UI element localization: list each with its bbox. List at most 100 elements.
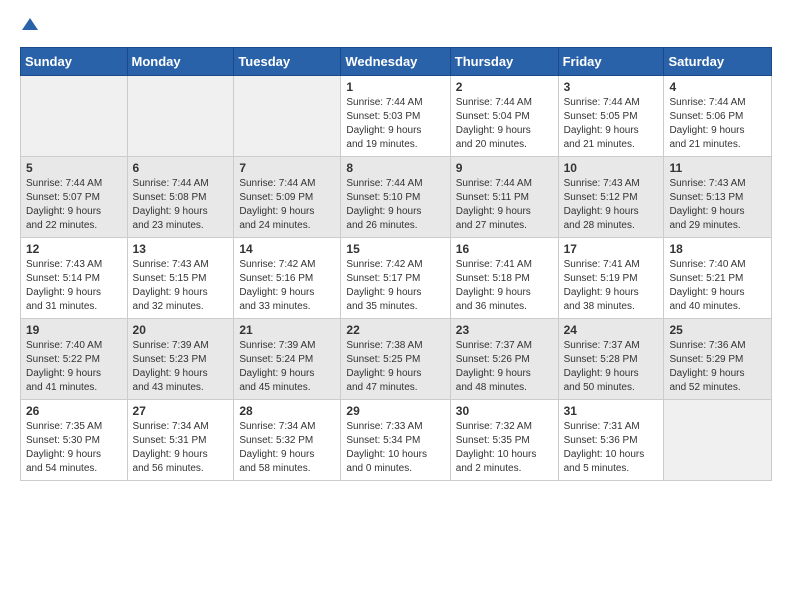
day-info: Sunrise: 7:44 AM Sunset: 5:03 PM Dayligh… — [346, 96, 444, 152]
day-number: 22 — [346, 323, 444, 337]
calendar-cell: 21 Sunrise: 7:39 AM Sunset: 5:24 PM Dayli… — [234, 319, 341, 400]
day-info: Sunrise: 7:40 AM Sunset: 5:21 PM Dayligh… — [669, 258, 766, 314]
day-number: 26 — [26, 404, 122, 418]
day-number: 20 — [133, 323, 229, 337]
day-of-week-saturday: Saturday — [664, 48, 772, 76]
calendar-cell: 8 Sunrise: 7:44 AM Sunset: 5:10 PM Daylig… — [341, 157, 450, 238]
calendar-cell: 2 Sunrise: 7:44 AM Sunset: 5:04 PM Daylig… — [450, 76, 558, 157]
calendar-cell — [21, 76, 128, 157]
calendar-cell: 15Sunrise: 7:42 AM Sunset: 5:17 PM Dayli… — [341, 238, 450, 319]
day-of-week-monday: Monday — [127, 48, 234, 76]
day-info: Sunrise: 7:44 AM Sunset: 5:09 PM Dayligh… — [239, 177, 335, 233]
day-number: 10 — [564, 161, 659, 175]
calendar-cell: 5Sunrise: 7:44 AM Sunset: 5:07 PM Daylig… — [21, 157, 128, 238]
calendar-cell: 29Sunrise: 7:33 AM Sunset: 5:34 PM Dayli… — [341, 400, 450, 481]
day-number: 2 — [456, 80, 553, 94]
day-number: 28 — [239, 404, 335, 418]
day-number: 12 — [26, 242, 122, 256]
calendar-cell: 31Sunrise: 7:31 AM Sunset: 5:36 PM Dayli… — [558, 400, 664, 481]
day-info: Sunrise: 7:42 AM Sunset: 5:16 PM Dayligh… — [239, 258, 335, 314]
day-info: Sunrise: 7:33 AM Sunset: 5:34 PM Dayligh… — [346, 420, 444, 476]
day-info: Sunrise: 7:32 AM Sunset: 5:35 PM Dayligh… — [456, 420, 553, 476]
day-of-week-wednesday: Wednesday — [341, 48, 450, 76]
day-of-week-sunday: Sunday — [21, 48, 128, 76]
day-number: 19 — [26, 323, 122, 337]
calendar-cell: 25Sunrise: 7:36 AM Sunset: 5:29 PM Dayli… — [664, 319, 772, 400]
calendar-cell: 28 Sunrise: 7:34 AM Sunset: 5:32 PM Dayli… — [234, 400, 341, 481]
day-number: 27 — [133, 404, 229, 418]
day-info: Sunrise: 7:40 AM Sunset: 5:22 PM Dayligh… — [26, 339, 122, 395]
day-info: Sunrise: 7:44 AM Sunset: 5:06 PM Dayligh… — [669, 96, 766, 152]
calendar-cell: 3 Sunrise: 7:44 AM Sunset: 5:05 PM Daylig… — [558, 76, 664, 157]
calendar-cell: 22 Sunrise: 7:38 AM Sunset: 5:25 PM Dayli… — [341, 319, 450, 400]
day-info: Sunrise: 7:44 AM Sunset: 5:05 PM Dayligh… — [564, 96, 659, 152]
day-info: Sunrise: 7:43 AM Sunset: 5:12 PM Dayligh… — [564, 177, 659, 233]
day-number: 5 — [26, 161, 122, 175]
day-number: 30 — [456, 404, 553, 418]
calendar-cell: 20Sunrise: 7:39 AM Sunset: 5:23 PM Dayli… — [127, 319, 234, 400]
day-info: Sunrise: 7:44 AM Sunset: 5:11 PM Dayligh… — [456, 177, 553, 233]
calendar-cell: 16Sunrise: 7:41 AM Sunset: 5:18 PM Dayli… — [450, 238, 558, 319]
day-number: 3 — [564, 80, 659, 94]
day-number: 18 — [669, 242, 766, 256]
day-number: 8 — [346, 161, 444, 175]
calendar-table: SundayMondayTuesdayWednesdayThursdayFrid… — [20, 47, 772, 481]
day-info: Sunrise: 7:37 AM Sunset: 5:28 PM Dayligh… — [564, 339, 659, 395]
calendar-cell: 1 Sunrise: 7:44 AM Sunset: 5:03 PM Daylig… — [341, 76, 450, 157]
day-number: 15 — [346, 242, 444, 256]
calendar-cell: 12 Sunrise: 7:43 AM Sunset: 5:14 PM Dayli… — [21, 238, 128, 319]
day-info: Sunrise: 7:39 AM Sunset: 5:24 PM Dayligh… — [239, 339, 335, 395]
day-of-week-friday: Friday — [558, 48, 664, 76]
day-of-week-thursday: Thursday — [450, 48, 558, 76]
day-number: 4 — [669, 80, 766, 94]
header — [20, 16, 772, 37]
day-info: Sunrise: 7:34 AM Sunset: 5:31 PM Dayligh… — [133, 420, 229, 476]
logo-icon — [22, 16, 38, 32]
week-row-2: 5Sunrise: 7:44 AM Sunset: 5:07 PM Daylig… — [21, 157, 772, 238]
week-row-1: 1 Sunrise: 7:44 AM Sunset: 5:03 PM Daylig… — [21, 76, 772, 157]
day-number: 17 — [564, 242, 659, 256]
calendar-cell: 13 Sunrise: 7:43 AM Sunset: 5:15 PM Dayli… — [127, 238, 234, 319]
day-info: Sunrise: 7:44 AM Sunset: 5:08 PM Dayligh… — [133, 177, 229, 233]
day-number: 13 — [133, 242, 229, 256]
calendar-body: 1 Sunrise: 7:44 AM Sunset: 5:03 PM Daylig… — [21, 76, 772, 481]
calendar-cell: 19 Sunrise: 7:40 AM Sunset: 5:22 PM Dayli… — [21, 319, 128, 400]
day-number: 31 — [564, 404, 659, 418]
calendar-cell: 30 Sunrise: 7:32 AM Sunset: 5:35 PM Dayli… — [450, 400, 558, 481]
day-info: Sunrise: 7:44 AM Sunset: 5:10 PM Dayligh… — [346, 177, 444, 233]
calendar-cell: 23Sunrise: 7:37 AM Sunset: 5:26 PM Dayli… — [450, 319, 558, 400]
day-number: 7 — [239, 161, 335, 175]
day-info: Sunrise: 7:44 AM Sunset: 5:04 PM Dayligh… — [456, 96, 553, 152]
day-info: Sunrise: 7:37 AM Sunset: 5:26 PM Dayligh… — [456, 339, 553, 395]
day-info: Sunrise: 7:43 AM Sunset: 5:13 PM Dayligh… — [669, 177, 766, 233]
day-info: Sunrise: 7:35 AM Sunset: 5:30 PM Dayligh… — [26, 420, 122, 476]
week-row-3: 12 Sunrise: 7:43 AM Sunset: 5:14 PM Dayli… — [21, 238, 772, 319]
calendar-cell: 6 Sunrise: 7:44 AM Sunset: 5:08 PM Daylig… — [127, 157, 234, 238]
day-info: Sunrise: 7:43 AM Sunset: 5:15 PM Dayligh… — [133, 258, 229, 314]
calendar-cell: 14 Sunrise: 7:42 AM Sunset: 5:16 PM Dayli… — [234, 238, 341, 319]
calendar-cell — [234, 76, 341, 157]
calendar-cell — [127, 76, 234, 157]
day-number: 9 — [456, 161, 553, 175]
day-info: Sunrise: 7:34 AM Sunset: 5:32 PM Dayligh… — [239, 420, 335, 476]
day-number: 14 — [239, 242, 335, 256]
calendar-cell: 4 Sunrise: 7:44 AM Sunset: 5:06 PM Daylig… — [664, 76, 772, 157]
day-number: 1 — [346, 80, 444, 94]
day-info: Sunrise: 7:41 AM Sunset: 5:18 PM Dayligh… — [456, 258, 553, 314]
day-number: 6 — [133, 161, 229, 175]
day-info: Sunrise: 7:36 AM Sunset: 5:29 PM Dayligh… — [669, 339, 766, 395]
day-info: Sunrise: 7:41 AM Sunset: 5:19 PM Dayligh… — [564, 258, 659, 314]
week-row-4: 19 Sunrise: 7:40 AM Sunset: 5:22 PM Dayli… — [21, 319, 772, 400]
page-container: SundayMondayTuesdayWednesdayThursdayFrid… — [0, 0, 792, 491]
day-number: 24 — [564, 323, 659, 337]
days-of-week-row: SundayMondayTuesdayWednesdayThursdayFrid… — [21, 48, 772, 76]
day-number: 21 — [239, 323, 335, 337]
logo — [20, 16, 38, 37]
day-info: Sunrise: 7:38 AM Sunset: 5:25 PM Dayligh… — [346, 339, 444, 395]
calendar-cell: 10 Sunrise: 7:43 AM Sunset: 5:12 PM Dayli… — [558, 157, 664, 238]
calendar-cell — [664, 400, 772, 481]
calendar-cell: 27 Sunrise: 7:34 AM Sunset: 5:31 PM Dayli… — [127, 400, 234, 481]
calendar-cell: 26 Sunrise: 7:35 AM Sunset: 5:30 PM Dayli… — [21, 400, 128, 481]
calendar-cell: 7 Sunrise: 7:44 AM Sunset: 5:09 PM Daylig… — [234, 157, 341, 238]
day-info: Sunrise: 7:43 AM Sunset: 5:14 PM Dayligh… — [26, 258, 122, 314]
